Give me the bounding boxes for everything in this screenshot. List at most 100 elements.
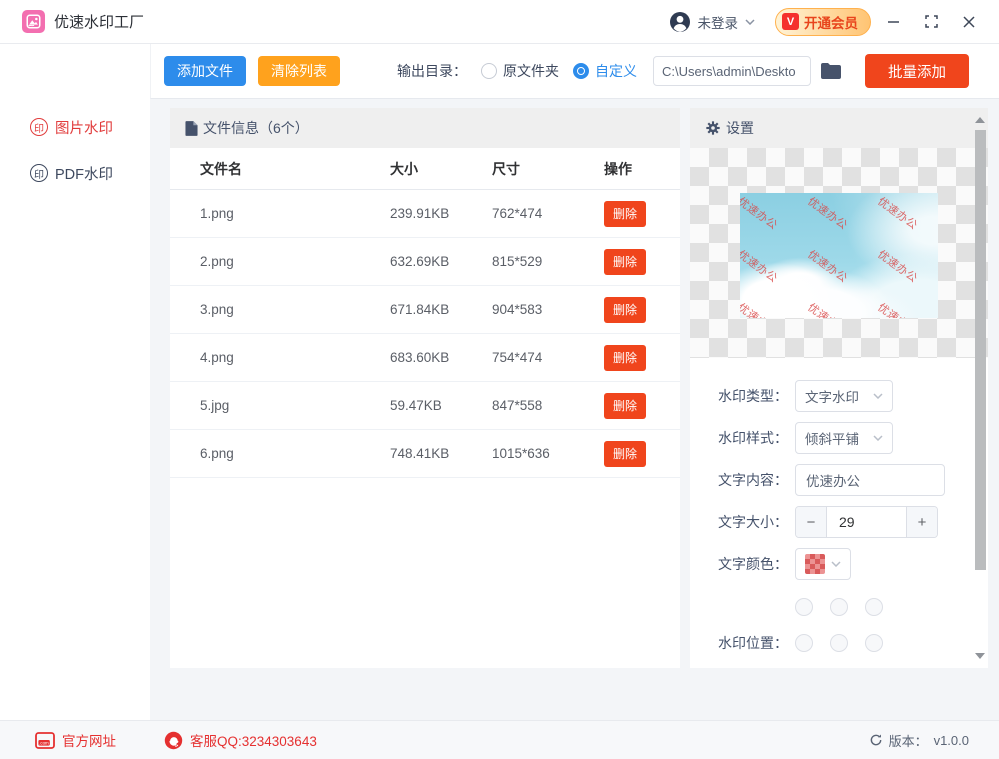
- position-option[interactable]: [830, 598, 848, 616]
- minimize-button[interactable]: [877, 7, 909, 37]
- text-color-select[interactable]: [795, 548, 851, 580]
- batch-add-button[interactable]: 批量添加: [865, 54, 969, 88]
- refresh-icon[interactable]: [869, 733, 883, 747]
- version-label: 版本：: [889, 731, 928, 750]
- file-name: 3.png: [200, 302, 390, 317]
- color-swatch: [805, 554, 825, 574]
- delete-button[interactable]: 删除: [604, 201, 646, 227]
- vip-badge-icon: V: [782, 13, 799, 30]
- sidebar: 印 图片水印 印 PDF水印: [0, 45, 150, 720]
- close-button[interactable]: [953, 7, 985, 37]
- radio-custom-folder[interactable]: 自定义: [573, 61, 637, 81]
- file-name: 4.png: [200, 350, 390, 365]
- watermark-style-select[interactable]: 倾斜平铺: [795, 422, 893, 454]
- statusbar: .com 官方网址 客服QQ:3234303643 版本： v1.0.0: [0, 720, 999, 759]
- file-size: 59.47KB: [390, 398, 492, 413]
- watermark-preview-image: 优速办公优速办公优速办公优速办公优速办公优速办公优速办公优速办公优速办公: [740, 193, 938, 318]
- size-decrease-button[interactable]: −: [796, 507, 827, 537]
- watermark-position-label: 水印位置：: [718, 633, 795, 653]
- chevron-down-icon: [873, 435, 883, 441]
- watermark-type-select[interactable]: 文字水印: [795, 380, 893, 412]
- watermark-style-label: 水印样式：: [718, 428, 795, 448]
- chevron-down-icon: [745, 19, 755, 25]
- output-path-input[interactable]: [653, 56, 811, 86]
- table-row: 2.png 632.69KB 815*529 删除: [170, 238, 680, 286]
- delete-button[interactable]: 删除: [604, 249, 646, 275]
- open-vip-button[interactable]: V 开通会员: [775, 8, 871, 36]
- col-actions: 操作: [604, 159, 680, 179]
- chevron-down-icon: [873, 393, 883, 399]
- login-status: 未登录: [698, 12, 739, 32]
- watermark-text: 优速办公: [875, 246, 922, 286]
- delete-button[interactable]: 删除: [604, 441, 646, 467]
- file-size: 683.60KB: [390, 350, 492, 365]
- table-row: 4.png 683.60KB 754*474 删除: [170, 334, 680, 382]
- delete-button[interactable]: 删除: [604, 393, 646, 419]
- version-value: v1.0.0: [934, 733, 969, 748]
- sidebar-item-pdf-watermark[interactable]: 印 PDF水印: [0, 161, 150, 185]
- table-row: 6.png 748.41KB 1015*636 删除: [170, 430, 680, 478]
- file-size: 671.84KB: [390, 302, 492, 317]
- file-name: 1.png: [200, 206, 390, 221]
- output-dir-label: 输出目录：: [397, 61, 467, 81]
- app-title: 优速水印工厂: [54, 11, 144, 32]
- delete-button[interactable]: 删除: [604, 297, 646, 323]
- document-icon: [185, 121, 198, 136]
- website-icon: .com: [35, 732, 55, 749]
- file-size: 632.69KB: [390, 254, 492, 269]
- file-dimensions: 815*529: [492, 254, 604, 269]
- version-info: 版本： v1.0.0: [869, 731, 969, 750]
- file-panel-header: 文件信息（6个）: [170, 108, 680, 148]
- login-menu[interactable]: 未登录: [669, 11, 756, 33]
- maximize-button[interactable]: [915, 7, 947, 37]
- user-avatar-icon: [669, 11, 691, 33]
- browse-folder-button[interactable]: [821, 63, 841, 79]
- customer-service-qq[interactable]: 客服QQ:3234303643: [164, 730, 317, 750]
- file-dimensions: 847*558: [492, 398, 604, 413]
- file-name: 2.png: [200, 254, 390, 269]
- svg-text:.com: .com: [39, 740, 49, 745]
- watermark-layer: 优速办公优速办公优速办公优速办公优速办公优速办公优速办公优速办公优速办公: [740, 193, 938, 318]
- size-increase-button[interactable]: +: [906, 507, 937, 537]
- minimize-icon: [887, 15, 900, 28]
- sidebar-item-label: 图片水印: [55, 117, 113, 138]
- stamp-icon: 印: [30, 164, 48, 182]
- file-name: 6.png: [200, 446, 390, 461]
- sidebar-item-label: PDF水印: [55, 163, 113, 184]
- file-dimensions: 754*474: [492, 350, 604, 365]
- watermark-text: 优速办公: [805, 299, 852, 318]
- folder-icon: [821, 63, 841, 79]
- table-row: 3.png 671.84KB 904*583 删除: [170, 286, 680, 334]
- toolbar: 添加文件 清除列表 输出目录： 原文件夹 自定义 批量添加: [150, 44, 999, 99]
- official-website-link[interactable]: .com 官方网址: [35, 730, 116, 750]
- position-option[interactable]: [795, 634, 813, 652]
- scrollbar-thumb[interactable]: [975, 130, 986, 570]
- table-header-row: 文件名 大小 尺寸 操作: [170, 148, 680, 190]
- col-dimensions: 尺寸: [492, 159, 604, 179]
- app-logo-icon: [22, 10, 45, 33]
- watermark-text: 优速办公: [740, 246, 781, 286]
- close-icon: [963, 16, 975, 28]
- position-option[interactable]: [830, 634, 848, 652]
- chevron-down-icon: [831, 561, 841, 567]
- scroll-down-arrow[interactable]: [975, 653, 985, 659]
- watermark-text: 优速办公: [805, 246, 852, 286]
- scroll-up-arrow[interactable]: [975, 117, 985, 123]
- titlebar: 优速水印工厂 未登录 V 开通会员: [0, 0, 999, 44]
- sidebar-item-image-watermark[interactable]: 印 图片水印: [0, 115, 150, 139]
- radio-original-folder[interactable]: 原文件夹: [481, 61, 559, 81]
- watermark-text: 优速办公: [875, 193, 922, 233]
- text-content-input[interactable]: [795, 464, 945, 496]
- clear-list-button[interactable]: 清除列表: [258, 56, 340, 86]
- delete-button[interactable]: 删除: [604, 345, 646, 371]
- position-option[interactable]: [795, 598, 813, 616]
- transparency-checker: 优速办公优速办公优速办公优速办公优速办公优速办公优速办公优速办公优速办公: [690, 148, 988, 358]
- radio-off-icon: [481, 63, 497, 79]
- size-value[interactable]: 29: [827, 507, 906, 537]
- file-size: 748.41KB: [390, 446, 492, 461]
- position-option[interactable]: [865, 598, 883, 616]
- add-file-button[interactable]: 添加文件: [164, 56, 246, 86]
- maximize-icon: [925, 15, 938, 28]
- watermark-text: 优速办公: [805, 193, 852, 233]
- position-option[interactable]: [865, 634, 883, 652]
